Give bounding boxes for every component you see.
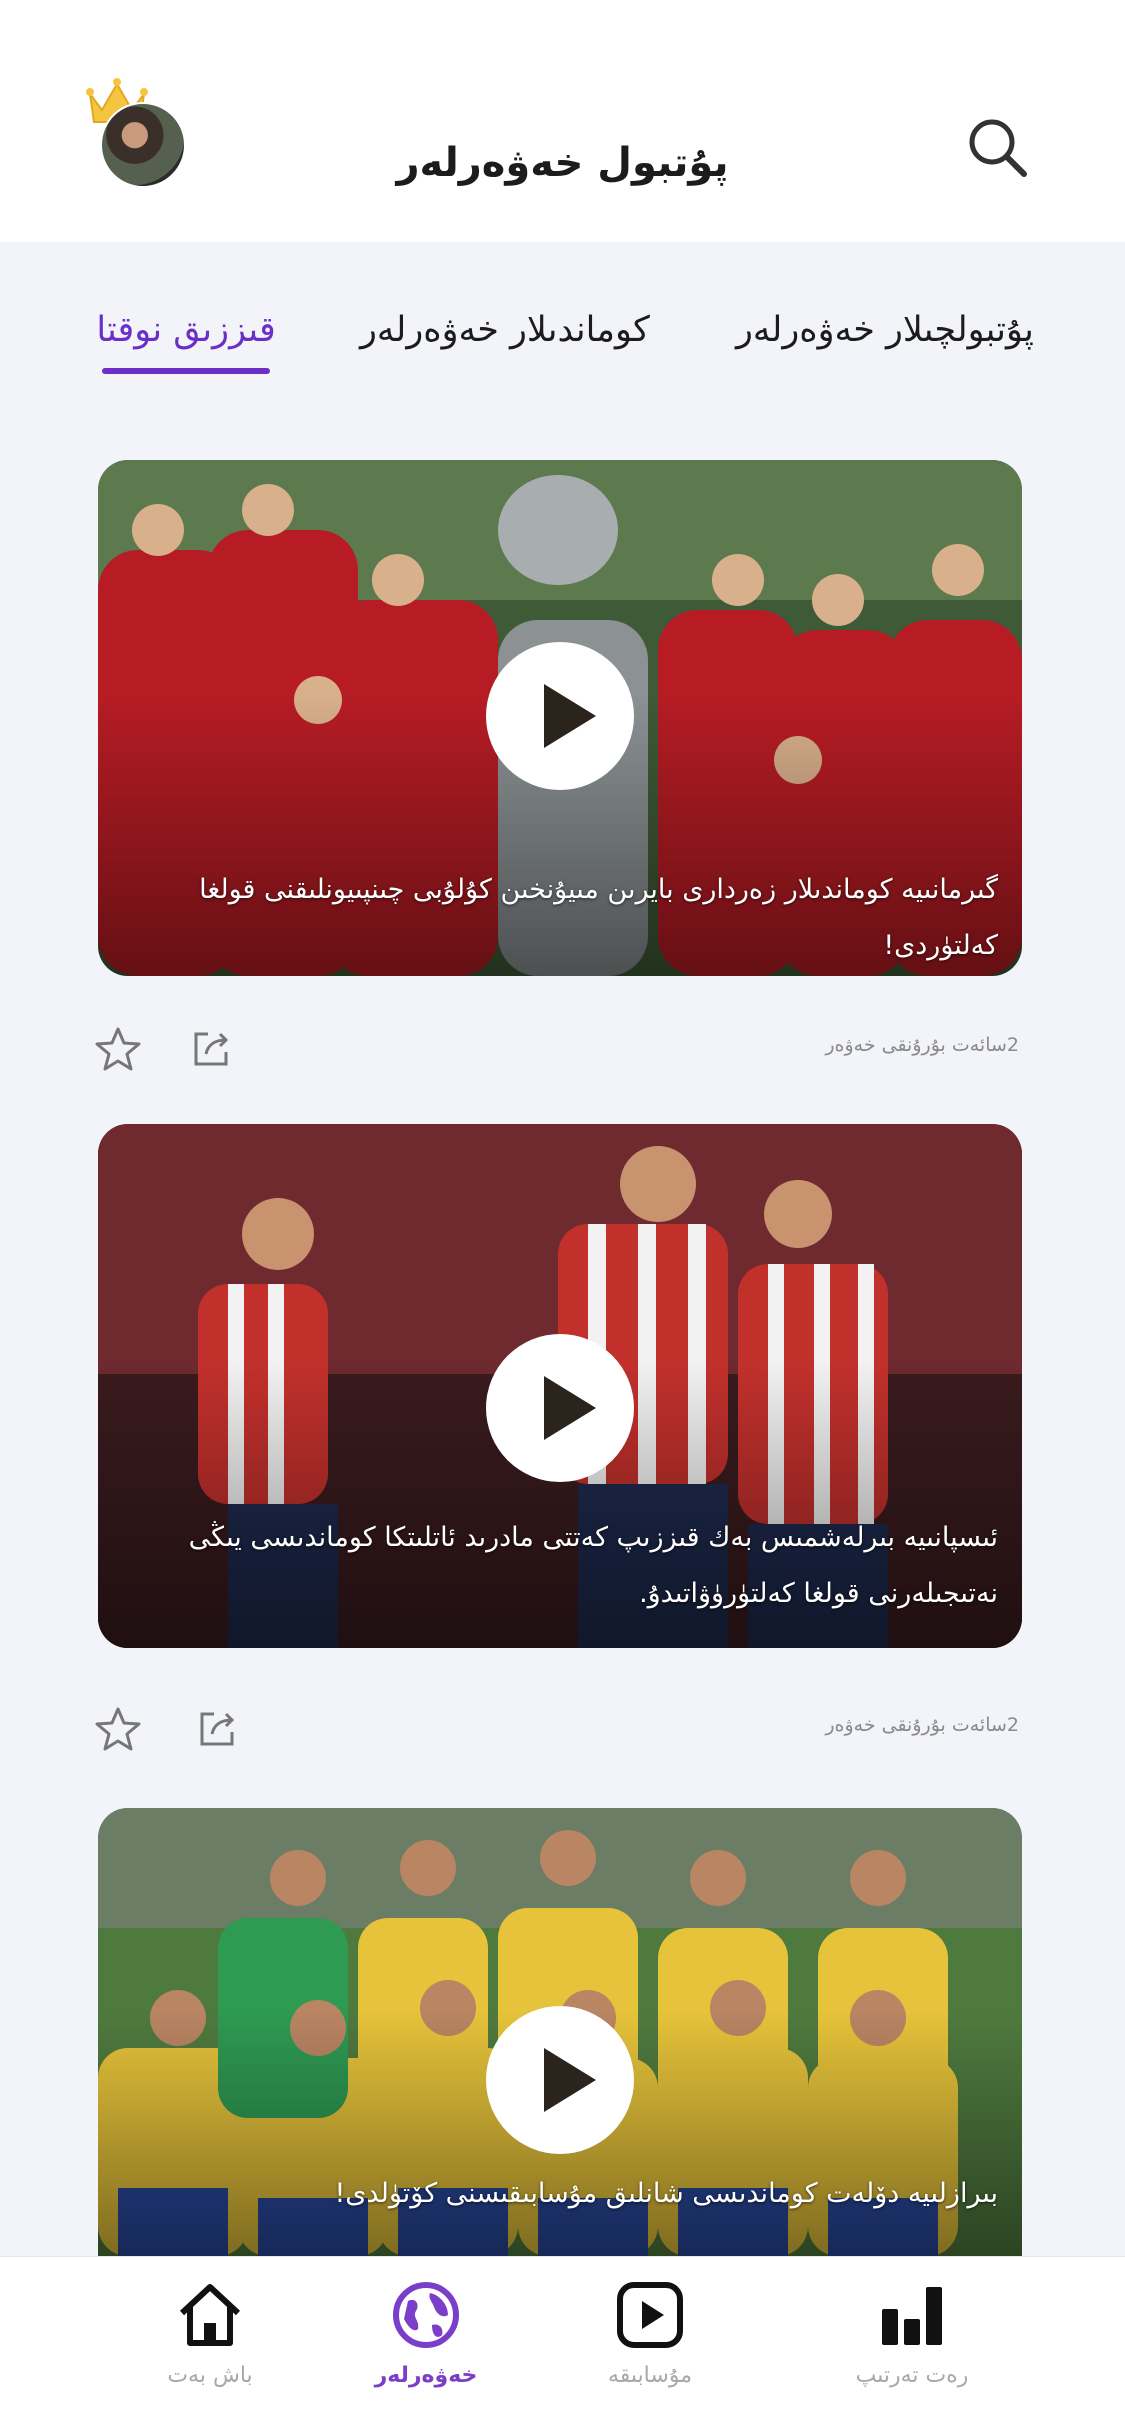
category-tabs: پۇتبولچىلار خەۋەرلەر كوماندىلار خەۋەرلەر… bbox=[0, 300, 1125, 380]
news-caption: بىرازلىيە دۆلەت كوماندىسى شانلىق مۇسابىق… bbox=[334, 2178, 998, 2209]
news-card[interactable]: ئىسپانىيە بىرلەشمىس بەك قىززىپ كەتتى ماد… bbox=[98, 1124, 1022, 1648]
news-card[interactable]: گىرمانىيە كوماندىلار زەردارى بايرىن مىيۇ… bbox=[98, 460, 1022, 976]
play-button[interactable] bbox=[486, 642, 634, 790]
star-icon[interactable] bbox=[94, 1706, 142, 1752]
ranking-bars-icon bbox=[882, 2287, 942, 2345]
news-caption: گىرمانىيە كوماندىلار زەردارى بايرىن مىيۇ… bbox=[199, 874, 998, 961]
tab-hot-topics[interactable]: قىززىق نوقتا bbox=[96, 300, 276, 360]
star-icon[interactable] bbox=[94, 1026, 142, 1072]
share-icon[interactable] bbox=[190, 1028, 232, 1068]
globe-icon bbox=[393, 2282, 459, 2348]
home-icon bbox=[179, 2284, 241, 2346]
news-time: 2سائەت بۇرۇنقى خەۋەر bbox=[825, 1034, 1019, 1056]
active-tab-indicator bbox=[102, 368, 270, 374]
nav-home[interactable]: باش بەت bbox=[120, 2279, 300, 2388]
news-caption: ئىسپانىيە بىرلەشمىس بەك قىززىپ كەتتى ماد… bbox=[188, 1522, 998, 1609]
play-icon bbox=[617, 2282, 683, 2348]
page-title: پۇتبول خەۋەرلەر bbox=[396, 140, 729, 186]
search-icon[interactable] bbox=[966, 116, 1030, 180]
play-button[interactable] bbox=[486, 2006, 634, 2154]
tab-player-news[interactable]: پۇتبولچىلار خەۋەرلەر bbox=[736, 300, 1034, 360]
nav-label: مۇسابىقە bbox=[608, 2363, 692, 2388]
nav-label: باش بەت bbox=[167, 2363, 253, 2388]
news-time: 2سائەت بۇرۇنقى خەۋەر bbox=[825, 1714, 1019, 1736]
nav-news[interactable]: خەۋەرلەر bbox=[336, 2279, 516, 2388]
share-icon[interactable] bbox=[196, 1708, 238, 1748]
app-header: پۇتبول خەۋەرلەر bbox=[0, 0, 1125, 242]
tab-team-news[interactable]: كوماندىلار خەۋەرلەر bbox=[360, 300, 650, 360]
nav-matches[interactable]: مۇسابىقە bbox=[560, 2279, 740, 2388]
nav-rankings[interactable]: رەت تەرتىپ bbox=[822, 2279, 1002, 2388]
play-button[interactable] bbox=[486, 1334, 634, 1482]
news-actions-row: 2سائەت بۇرۇنقى خەۋەر bbox=[0, 1700, 1125, 1760]
nav-label: رەت تەرتىپ bbox=[855, 2363, 969, 2388]
news-actions-row: 2سائەت بۇرۇنقى خەۋەر bbox=[0, 1020, 1125, 1080]
news-card[interactable]: بىرازلىيە دۆلەت كوماندىسى شانلىق مۇسابىق… bbox=[98, 1808, 1022, 2256]
nav-label: خەۋەرلەر bbox=[374, 2363, 478, 2388]
bottom-navigation: باش بەت خەۋەرلەر مۇسابىقە رەت تەرتىپ bbox=[0, 2256, 1125, 2436]
